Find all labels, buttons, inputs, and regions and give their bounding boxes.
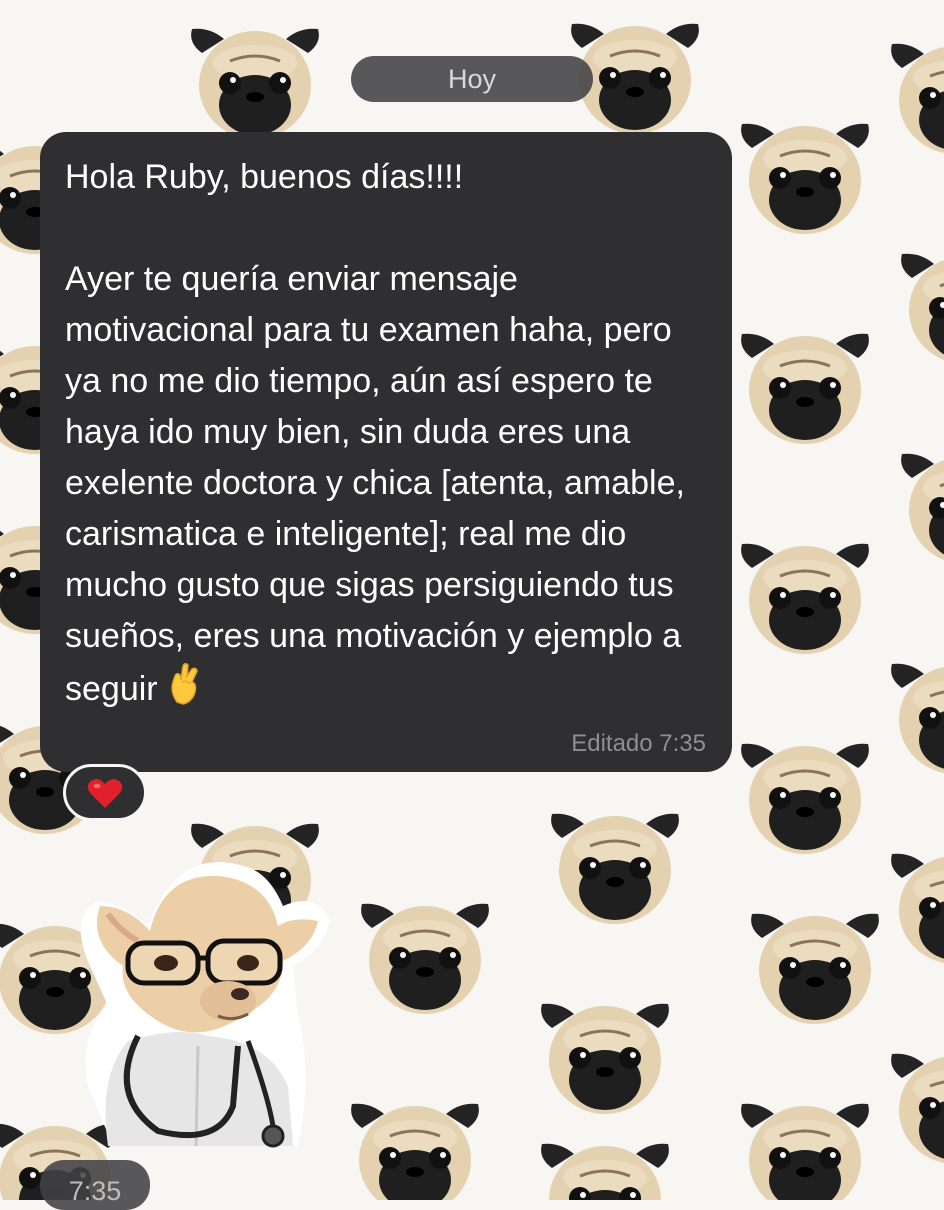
pug-pattern-icon [730,1080,880,1200]
pug-pattern-icon [730,720,880,870]
pug-pattern-icon [880,20,944,170]
pug-pattern-icon [730,310,880,460]
message-bubble[interactable]: Hola Ruby, buenos días!!!! Ayer te querí… [40,132,732,772]
pug-pattern-icon [540,790,690,940]
pug-pattern-icon [890,430,944,580]
message-body: Hola Ruby, buenos días!!!! Ayer te querí… [65,158,685,708]
pug-pattern-icon [730,100,880,250]
message-meta: Editado 7:35 [571,730,706,757]
red-heart-icon [87,778,123,808]
pug-pattern-icon [530,1120,680,1200]
pug-pattern-icon [730,520,880,670]
pug-pattern-icon [880,640,944,790]
reaction-badge[interactable] [63,764,147,821]
message-text: Hola Ruby, buenos días!!!! Ayer te querí… [65,152,708,721]
date-separator-label: Hoy [447,63,496,94]
pug-pattern-icon [740,890,890,1040]
date-separator: Hoy [351,56,593,102]
pug-pattern-icon [530,980,680,1130]
pug-pattern-icon [880,1030,944,1180]
pug-pattern-icon [890,230,944,380]
chihuahua-doctor-sticker[interactable] [68,846,330,1152]
pug-pattern-icon [350,880,500,1030]
sticker-time-label: 7:35 [68,1176,122,1206]
crossed-fingers-icon [166,662,202,721]
sticker-timestamp: 7:35 [40,1160,150,1210]
pug-pattern-icon [340,1080,490,1200]
